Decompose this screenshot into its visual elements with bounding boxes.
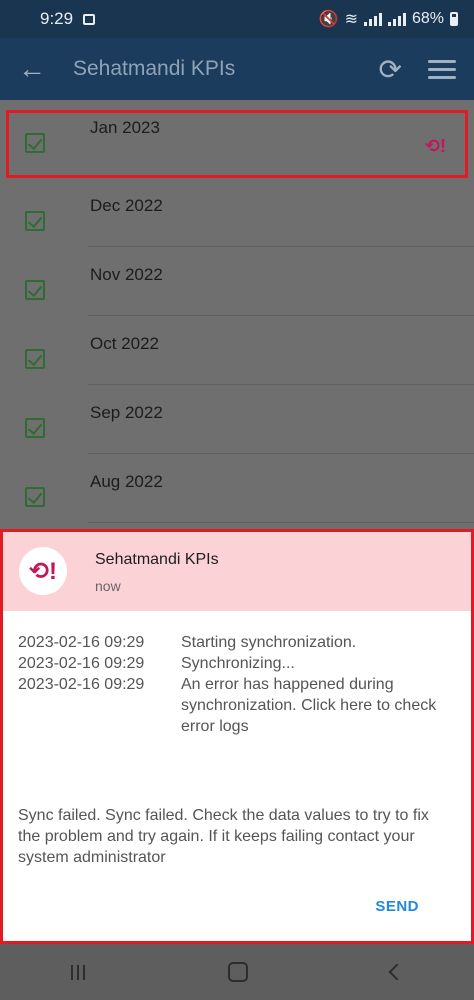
log-timestamp: 2023-02-16 09:29 bbox=[18, 676, 145, 693]
log-row: 2023-02-16 09:29 Starting synchronizatio… bbox=[18, 632, 458, 653]
notification-app-name: Sehatmandi KPIs bbox=[95, 551, 219, 568]
system-nav-bar bbox=[0, 944, 474, 1000]
screen: 9:29 🔇 ≋ 68% ← Sehatmandi KPIs ⟳ Jan 202… bbox=[0, 0, 474, 1000]
list-item-label: Aug 2022 bbox=[90, 472, 163, 491]
notification-time: now bbox=[95, 578, 121, 594]
period-list: Jan 2023 ⟲! Dec 2022 Nov 2022 Oct 2022 S… bbox=[0, 100, 474, 530]
back-icon[interactable] bbox=[388, 963, 406, 981]
home-icon[interactable] bbox=[227, 962, 248, 982]
sync-error-icon: ⟲! bbox=[19, 547, 67, 595]
list-item-label: Dec 2022 bbox=[90, 196, 163, 215]
sync-log[interactable]: 2023-02-16 09:29 Starting synchronizatio… bbox=[18, 632, 458, 737]
log-message: Synchronizing... bbox=[181, 655, 295, 672]
notification-body: Sync failed. Sync failed. Check the data… bbox=[18, 807, 429, 866]
list-item[interactable]: Dec 2022 bbox=[0, 178, 474, 247]
status-right: 🔇 ≋ 68% bbox=[319, 9, 458, 29]
list-item-label: Oct 2022 bbox=[90, 334, 159, 353]
app-bar: ← Sehatmandi KPIs ⟳ bbox=[0, 38, 474, 100]
notification-header: ⟲! Sehatmandi KPIs now bbox=[3, 532, 471, 611]
list-item-label: Nov 2022 bbox=[90, 265, 163, 284]
battery-icon bbox=[450, 12, 458, 26]
log-row: 2023-02-16 09:29 Synchronizing... bbox=[18, 653, 458, 674]
recents-icon[interactable] bbox=[71, 964, 86, 980]
back-arrow-icon[interactable]: ← bbox=[18, 53, 58, 85]
signal-icon-2 bbox=[387, 12, 406, 26]
check-icon bbox=[25, 133, 45, 153]
list-item-label: Jan 2023 bbox=[90, 118, 160, 137]
list-item[interactable]: Oct 2022 bbox=[0, 316, 474, 385]
send-button[interactable]: SEND bbox=[375, 898, 419, 915]
status-bar: 9:29 🔇 ≋ 68% bbox=[0, 0, 474, 38]
log-timestamp: 2023-02-16 09:29 bbox=[18, 634, 145, 651]
wifi-icon: ≋ bbox=[344, 11, 358, 28]
page-title: Sehatmandi KPIs bbox=[73, 57, 236, 80]
divider bbox=[88, 522, 474, 523]
check-icon bbox=[25, 211, 45, 231]
sync-icon[interactable]: ⟳ bbox=[379, 53, 402, 86]
sync-notification[interactable]: ⟲! Sehatmandi KPIs now 2023-02-16 09:29 … bbox=[0, 529, 474, 944]
status-time: 9:29 bbox=[40, 9, 74, 28]
log-message-error-link[interactable]: An error has happened during synchroniza… bbox=[181, 674, 458, 737]
list-item[interactable]: Nov 2022 bbox=[0, 247, 474, 316]
check-icon bbox=[25, 349, 45, 369]
list-item-label: Sep 2022 bbox=[90, 403, 163, 422]
log-row[interactable]: 2023-02-16 09:29 An error has happened d… bbox=[18, 674, 458, 737]
log-timestamp: 2023-02-16 09:29 bbox=[18, 655, 145, 672]
log-message: Starting synchronization. bbox=[181, 634, 357, 651]
check-icon bbox=[25, 418, 45, 438]
mute-icon: 🔇 bbox=[318, 11, 339, 28]
filter-icon[interactable] bbox=[428, 59, 456, 79]
battery-percent: 68% bbox=[411, 10, 444, 27]
sync-error-icon[interactable]: ⟲! bbox=[425, 136, 446, 157]
list-item[interactable]: Jan 2023 ⟲! bbox=[6, 110, 468, 178]
signal-icon bbox=[363, 12, 382, 26]
check-icon bbox=[25, 487, 45, 507]
list-item[interactable]: Aug 2022 bbox=[0, 454, 474, 523]
gallery-icon bbox=[83, 13, 96, 25]
list-item[interactable]: Sep 2022 bbox=[0, 385, 474, 454]
check-icon bbox=[25, 280, 45, 300]
